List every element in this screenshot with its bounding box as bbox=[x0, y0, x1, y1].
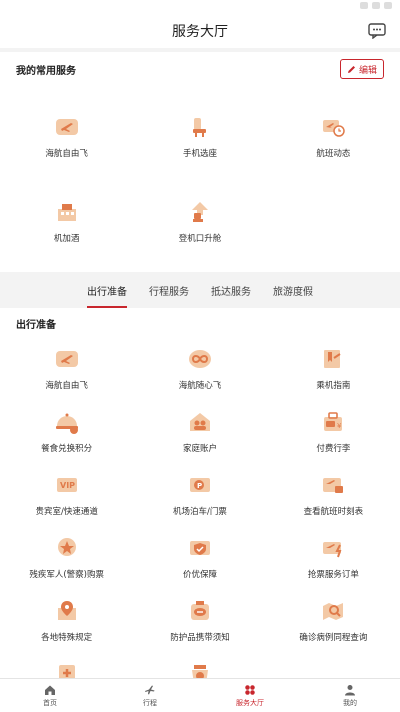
tab-1[interactable]: 出行准备 bbox=[87, 283, 127, 308]
message-icon[interactable] bbox=[368, 23, 386, 39]
service-item[interactable]: 价优保障 bbox=[133, 527, 266, 590]
service-item[interactable]: 各地特殊规定 bbox=[0, 590, 133, 653]
travel-title: 出行准备 bbox=[16, 319, 56, 331]
favorites-grid: 海航自由飞 手机选座 航班动态机加酒 登机口升舱 bbox=[0, 86, 400, 272]
edit-button[interactable]: 编辑 bbox=[339, 59, 384, 79]
protection-icon bbox=[190, 601, 209, 620]
plane-card-icon bbox=[55, 351, 78, 367]
service-item[interactable]: 确诊病例同程查询 bbox=[267, 590, 400, 653]
service-item[interactable]: 机加酒 bbox=[0, 187, 133, 257]
edit-label: 编辑 bbox=[358, 65, 377, 76]
service-item-label: 各地特殊规定 bbox=[41, 633, 93, 643]
service-item-label: 海航随心飞 bbox=[178, 381, 222, 391]
service-item-label: 航班动态 bbox=[316, 149, 351, 159]
service-item[interactable]: 家庭账户 bbox=[133, 401, 266, 464]
battery-icon bbox=[384, 2, 392, 9]
favorites-section: 我的常用服务 编辑 海航自由飞 手机选座 航班动态机加酒 登机口升舱 bbox=[0, 52, 400, 272]
status-bar bbox=[0, 0, 400, 14]
service-item[interactable]: VIP 贵宾室/快速通道 bbox=[0, 464, 133, 527]
service-item-label: 防护品携带须知 bbox=[170, 633, 230, 643]
seat-icon bbox=[192, 118, 206, 137]
map-search-icon bbox=[323, 603, 344, 620]
service-item-label: 抢票服务订单 bbox=[307, 570, 359, 580]
svg-text:VIP: VIP bbox=[60, 481, 75, 490]
nav-item-1[interactable]: 首页 bbox=[0, 679, 100, 712]
service-item-label: 登机口升舱 bbox=[178, 234, 222, 244]
tab-3[interactable]: 抵达服务 bbox=[211, 283, 251, 308]
service-item-label: 付费行李 bbox=[316, 444, 351, 454]
nav-item-2[interactable]: 行程 bbox=[100, 679, 200, 712]
tab-2[interactable]: 行程服务 bbox=[149, 283, 189, 308]
service-item[interactable]: 防护品携带须知 bbox=[133, 590, 266, 653]
service-item[interactable]: 海航自由飞 bbox=[0, 338, 133, 401]
vip-icon: VIP bbox=[56, 478, 77, 492]
tab-4[interactable]: 旅游度假 bbox=[273, 283, 313, 308]
service-item-label: 查看航班时刻表 bbox=[303, 507, 364, 517]
user-icon bbox=[345, 684, 355, 695]
service-item-label: 确诊病例同程查询 bbox=[299, 633, 368, 643]
family-icon bbox=[189, 413, 210, 431]
nav-label: 服务大厅 bbox=[236, 698, 264, 707]
service-item-label: 价优保障 bbox=[182, 570, 217, 580]
category-tabs: 出行准备 行程服务 抵达服务 旅游度假 bbox=[0, 272, 400, 308]
badge-icon bbox=[57, 538, 76, 556]
service-item-label: 机场泊车/门票 bbox=[173, 507, 227, 517]
price-shield-icon bbox=[189, 541, 210, 555]
wifi-icon bbox=[372, 2, 380, 9]
infinity-icon bbox=[188, 350, 211, 368]
travel-section: 出行准备 海航自由飞 海航随心飞 乘机指南餐食兑换积分 家庭账户 ¥ 付费行李 VIP 贵宾室… bbox=[0, 308, 400, 712]
nav-label: 我的 bbox=[343, 698, 357, 707]
signal-icon bbox=[360, 2, 368, 9]
pencil-icon bbox=[347, 65, 355, 73]
service-item[interactable]: ¥ 付费行李 bbox=[267, 401, 400, 464]
service-item[interactable]: 海航自由飞 bbox=[0, 102, 133, 172]
service-item[interactable]: 航班动态 bbox=[267, 102, 400, 172]
favorites-header: 我的常用服务 编辑 bbox=[0, 52, 400, 86]
location-icon bbox=[57, 601, 76, 620]
bottom-nav: 首页 行程 服务大厅 我的 bbox=[0, 678, 400, 712]
service-item[interactable]: 手机选座 bbox=[133, 102, 266, 172]
nav-label: 行程 bbox=[143, 698, 157, 707]
favorites-title: 我的常用服务 bbox=[16, 65, 76, 77]
svg-text:P: P bbox=[197, 482, 202, 490]
parking-icon: P bbox=[189, 478, 210, 492]
guide-icon bbox=[324, 350, 341, 368]
plane-icon bbox=[145, 685, 155, 694]
luggage-icon: ¥ bbox=[324, 412, 343, 431]
svg-text:¥: ¥ bbox=[337, 422, 342, 430]
meal-icon bbox=[55, 413, 78, 434]
travel-grid: 海航自由飞 海航随心飞 乘机指南餐食兑换积分 家庭账户 ¥ 付费行李 VIP 贵宾室/快速通道… bbox=[0, 338, 400, 712]
nav-item-3[interactable]: 服务大厅 bbox=[200, 679, 300, 712]
service-item-label: 海航自由飞 bbox=[45, 381, 88, 391]
ticket-icon bbox=[323, 542, 342, 558]
service-item-label: 家庭账户 bbox=[182, 444, 217, 454]
service-item-label: 机加酒 bbox=[53, 234, 80, 244]
service-item-label: 餐食兑换积分 bbox=[41, 444, 93, 454]
grid-icon bbox=[245, 684, 255, 695]
plane-card-icon bbox=[55, 119, 78, 135]
nav-item-4[interactable]: 我的 bbox=[300, 679, 400, 712]
hotel-icon bbox=[57, 204, 76, 221]
service-item-label: 手机选座 bbox=[182, 149, 217, 159]
nav-label: 首页 bbox=[43, 698, 57, 707]
flight-status-icon bbox=[323, 120, 346, 137]
service-item-label: 海航自由飞 bbox=[45, 149, 88, 159]
service-item[interactable]: P 机场泊车/门票 bbox=[133, 464, 266, 527]
upgrade-icon bbox=[191, 202, 208, 222]
service-item[interactable]: 乘机指南 bbox=[267, 338, 400, 401]
service-item-label: 乘机指南 bbox=[316, 381, 351, 391]
home-icon bbox=[45, 685, 55, 695]
service-item[interactable]: 餐食兑换积分 bbox=[0, 401, 133, 464]
service-item[interactable]: 抢票服务订单 bbox=[267, 527, 400, 590]
service-item[interactable]: 残疾军人(警察)购票 bbox=[0, 527, 133, 590]
service-item[interactable]: 登机口升舱 bbox=[133, 187, 266, 257]
service-item-label: 残疾军人(警察)购票 bbox=[29, 570, 104, 580]
service-item-label: 贵宾室/快速通道 bbox=[35, 507, 98, 517]
schedule-icon bbox=[323, 478, 344, 493]
page-title: 服务大厅 bbox=[172, 24, 228, 40]
status-icons bbox=[360, 2, 392, 9]
title-bar: 服务大厅 bbox=[0, 14, 400, 48]
service-item[interactable]: 海航随心飞 bbox=[133, 338, 266, 401]
service-item[interactable]: 查看航班时刻表 bbox=[267, 464, 400, 527]
